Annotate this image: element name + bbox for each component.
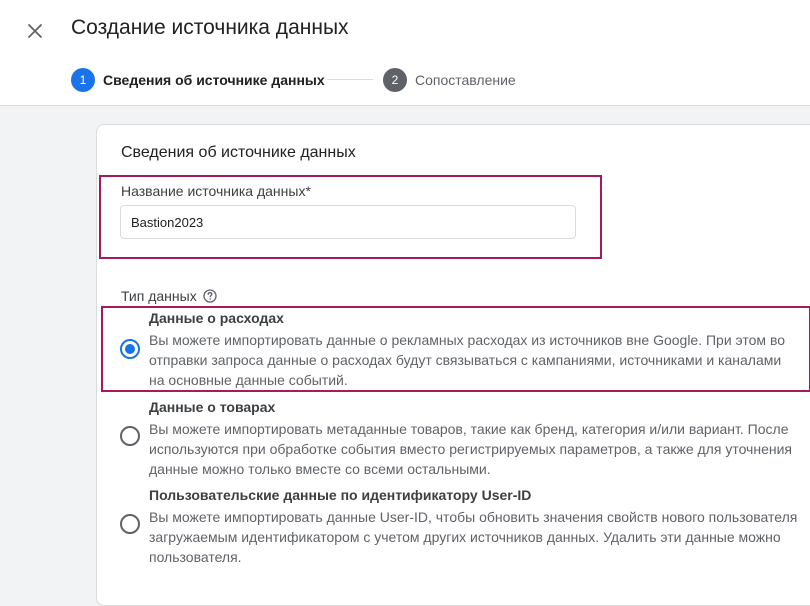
description-line: загружаемым идентификатором с учетом дру… xyxy=(149,529,781,545)
data-source-details-card: Сведения об источнике данных Название ис… xyxy=(96,124,810,606)
description-line: Вы можете импортировать данные User-ID, … xyxy=(149,509,798,525)
close-button[interactable] xyxy=(25,21,45,41)
page-title: Создание источника данных xyxy=(71,16,349,39)
description-line: пользователя. xyxy=(149,549,242,565)
close-icon xyxy=(28,24,42,38)
option-title-spend-data[interactable]: Данные о расходах xyxy=(149,310,284,326)
option-title-product-data[interactable]: Данные о товарах xyxy=(149,399,275,415)
option-title-user-id-data[interactable]: Пользовательские данные по идентификатор… xyxy=(149,487,531,503)
step-1-label[interactable]: Сведения об источнике данных xyxy=(103,72,325,88)
option-description-user-id-data: Вы можете импортировать данные User-ID, … xyxy=(149,507,810,567)
description-line: данные можно только вместе со всеми оста… xyxy=(149,461,491,477)
section-title: Сведения об источнике данных xyxy=(121,144,356,161)
step-2-number[interactable]: 2 xyxy=(383,68,407,92)
data-source-name-label: Название источника данных* xyxy=(121,183,311,199)
radio-product-data[interactable] xyxy=(120,426,140,446)
description-line: используются при обработке события вмест… xyxy=(149,441,793,457)
stepper: 1 Сведения об источнике данных 2 Сопоста… xyxy=(71,68,810,92)
data-type-label-text: Тип данных xyxy=(121,288,197,304)
step-1-number[interactable]: 1 xyxy=(71,68,95,92)
radio-spend-data[interactable] xyxy=(120,339,140,359)
option-description-product-data: Вы можете импортировать метаданные товар… xyxy=(149,419,810,479)
radio-user-id-data[interactable] xyxy=(120,514,140,534)
header: Создание источника данных 1 Сведения об … xyxy=(0,0,810,106)
description-line: Вы можете импортировать метаданные товар… xyxy=(149,421,789,437)
help-circle-icon[interactable] xyxy=(203,289,217,303)
data-type-label: Тип данных xyxy=(121,288,217,304)
description-line: отправки запроса данные о расходах будут… xyxy=(149,352,782,368)
data-source-name-input[interactable] xyxy=(120,205,576,239)
step-connector xyxy=(327,79,373,80)
step-2-label[interactable]: Сопоставление xyxy=(415,72,516,88)
description-line: на основные данные событий. xyxy=(149,372,348,388)
description-line: Вы можете импортировать данные о рекламн… xyxy=(149,332,786,348)
option-description-spend-data: Вы можете импортировать данные о рекламн… xyxy=(149,330,810,390)
